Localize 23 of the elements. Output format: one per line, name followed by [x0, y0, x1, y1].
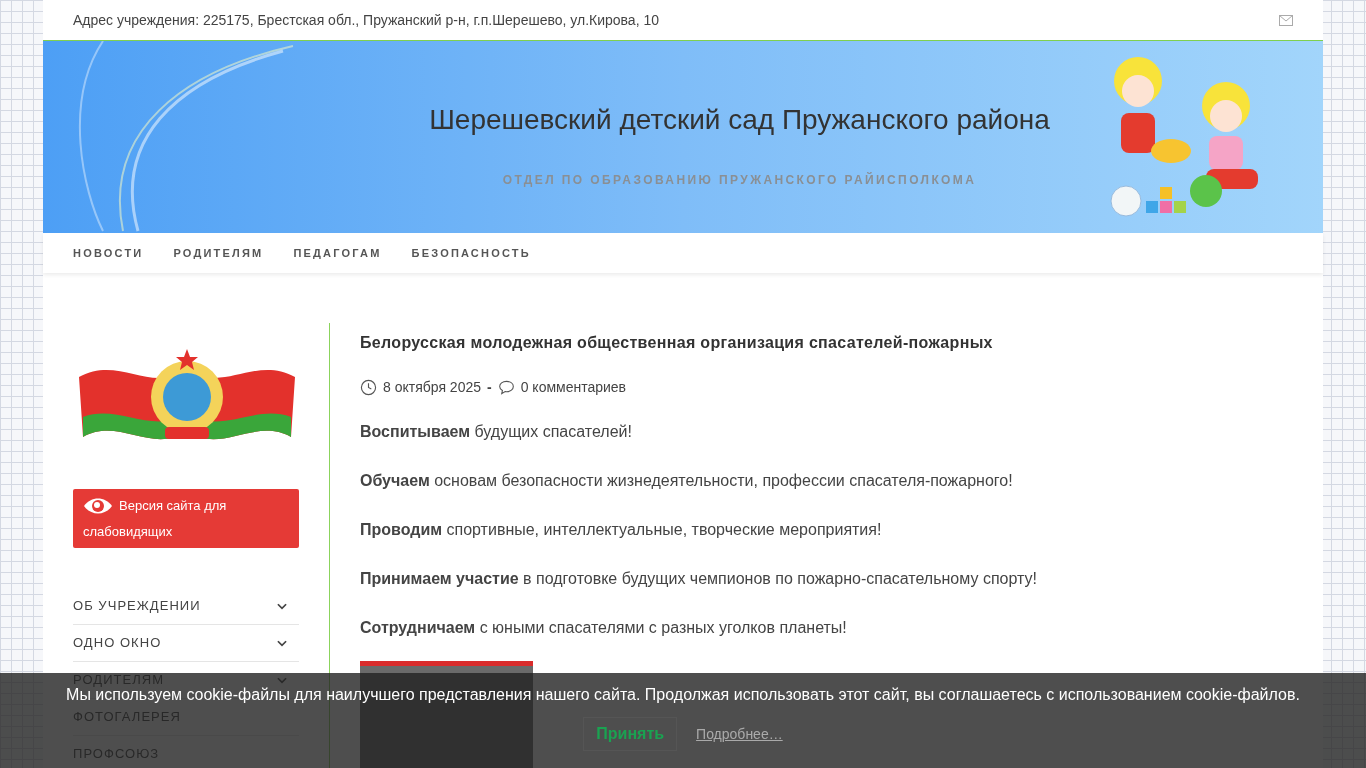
cookie-message: Мы используем cookie-файлы для наилучшего представления нашего сайта. Продолжая использовать этот сайт, вы соглашаетесь с использованием cookie-файлов. — [66, 686, 1300, 705]
article-paragraph: Обучаем основам безопасности жизнедеятельности, профессии спасателя-пожарного! — [360, 471, 1014, 490]
comments-link[interactable]: 0 комментариев — [520, 377, 627, 398]
sidebar-menu-link[interactable]: ОБ УЧРЕЖДЕНИИ — [73, 596, 201, 616]
site-title[interactable]: Шерешевский детский сад Пружанского района — [429, 99, 1050, 141]
nav-link[interactable]: НОВОСТИ — [73, 244, 144, 262]
comment-bubble-icon — [497, 380, 515, 395]
nav-link[interactable]: БЕЗОПАСНОСТЬ — [411, 244, 531, 262]
clock-icon — [360, 379, 377, 396]
address-text: Адрес учреждения: 225175, Брестская обл., Пружанский р-н, г.п.Шерешево, ул.Кирова, 10 — [73, 10, 659, 30]
article-paragraph: Проводим спортивные, интеллектуальные, творческие мероприятия! — [360, 520, 883, 539]
nav-link[interactable]: РОДИТЕЛЯМ — [173, 244, 264, 262]
nav-link[interactable]: ПЕДАГОГАМ — [293, 244, 382, 262]
article-paragraph: Воспитываем будущих спасателей! — [360, 422, 633, 441]
sidebar-menu-link[interactable]: ОДНО ОКНО — [73, 633, 162, 653]
site-subtitle: ОТДЕЛ ПО ОБРАЗОВАНИЮ ПРУЖАНСКОГО РАЙИСПОЛКОМА — [502, 171, 977, 189]
more-info-link[interactable]: Подробнее… — [696, 723, 783, 745]
meta-separator: - — [487, 378, 492, 397]
article-paragraph: Принимаем участие в подготовке будущих чемпионов по пожарно-спасательному спорту! — [360, 569, 1038, 588]
article-title[interactable]: Белорусская молодежная общественная организация спасателей-пожарных — [360, 331, 1293, 355]
post-date: 8 октября 2025 — [383, 378, 481, 397]
article-paragraph: Сотрудничаем с юными спасателями с разных уголков планеты! — [360, 618, 848, 637]
accessibility-version-button[interactable]: Версия сайта для слабовидящих — [73, 489, 299, 548]
